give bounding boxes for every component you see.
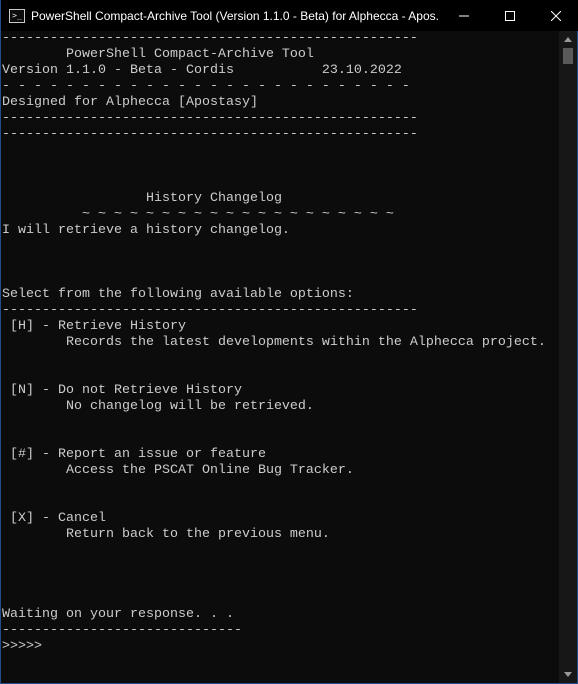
console-line: Access the PSCAT Online Bug Tracker. xyxy=(2,463,354,478)
console-line: - - - - - - - - - - - - - - - - - - - - … xyxy=(2,79,410,94)
scroll-up-arrow-icon xyxy=(564,37,572,42)
vertical-scrollbar[interactable] xyxy=(559,31,577,683)
console-output[interactable]: ----------------------------------------… xyxy=(1,31,559,683)
scroll-down-arrow-icon xyxy=(564,672,572,677)
console-line: [H] - Retrieve History xyxy=(2,319,186,334)
terminal-app-icon[interactable]: >_ xyxy=(9,8,25,23)
console-line: ----------------------------------------… xyxy=(2,127,418,142)
minimize-button[interactable] xyxy=(441,0,487,31)
title-bar[interactable]: >_ PowerShell Compact-Archive Tool (Vers… xyxy=(1,0,578,31)
scroll-up-button[interactable] xyxy=(559,31,577,48)
console-line: I will retrieve a history changelog. xyxy=(2,223,290,238)
console-line: >>>>> xyxy=(2,639,42,654)
console-line: ~ ~ ~ ~ ~ ~ ~ ~ ~ ~ ~ ~ ~ ~ ~ ~ ~ ~ ~ ~ xyxy=(2,207,394,222)
console-line: Records the latest developments within t… xyxy=(2,335,546,350)
console-window: >_ PowerShell Compact-Archive Tool (Vers… xyxy=(0,0,578,684)
console-line: History Changelog xyxy=(2,191,282,206)
console-line: ----------------------------------------… xyxy=(2,303,418,318)
console-line: Return back to the previous menu. xyxy=(2,527,330,542)
console-line: No changelog will be retrieved. xyxy=(2,399,314,414)
terminal-glyph: >_ xyxy=(12,10,22,20)
window-title: PowerShell Compact-Archive Tool (Version… xyxy=(31,8,439,23)
scroll-down-button[interactable] xyxy=(559,666,577,683)
console-line: ----------------------------------------… xyxy=(2,111,418,126)
console-line: Version 1.1.0 - Beta - Cordis 23.10.2022 xyxy=(2,63,402,78)
console-line: ------------------------------ xyxy=(2,623,242,638)
maximize-button[interactable] xyxy=(487,0,533,31)
console-line: Designed for Alphecca [Apostasy] xyxy=(2,95,258,110)
console-line: Select from the following available opti… xyxy=(2,287,354,302)
console-text: ----------------------------------------… xyxy=(1,31,559,655)
close-button[interactable] xyxy=(533,0,578,31)
minimize-icon xyxy=(459,15,469,16)
scroll-thumb[interactable] xyxy=(563,48,573,64)
console-line: Waiting on your response. . . xyxy=(2,607,234,622)
close-icon xyxy=(551,10,561,21)
console-line: [N] - Do not Retrieve History xyxy=(2,383,242,398)
console-line: ----------------------------------------… xyxy=(2,31,418,46)
maximize-icon xyxy=(505,10,515,21)
console-line: PowerShell Compact-Archive Tool xyxy=(2,47,314,62)
console-line: [X] - Cancel xyxy=(2,511,106,526)
console-line: [#] - Report an issue or feature xyxy=(2,447,266,462)
